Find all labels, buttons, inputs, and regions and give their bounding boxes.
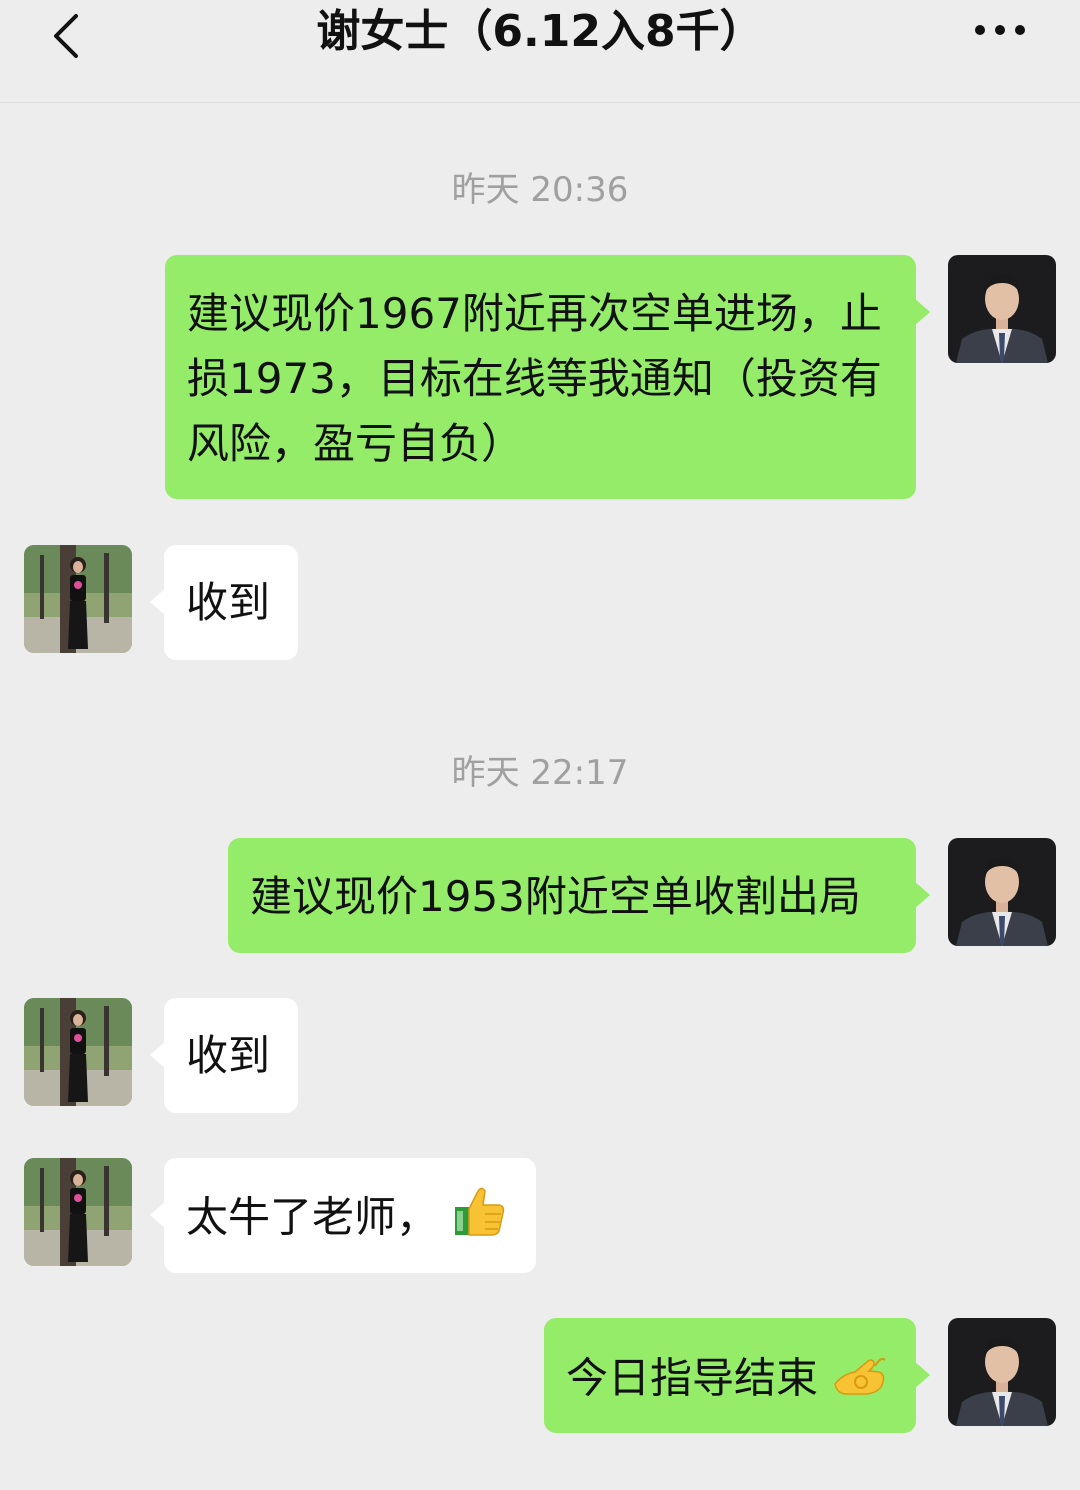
message-bubble-incoming[interactable]: 收到 bbox=[150, 998, 298, 1113]
man-avatar-icon bbox=[948, 255, 1056, 363]
more-dots-icon bbox=[975, 25, 1025, 35]
message-text: 今日指导结束 bbox=[566, 1353, 819, 1403]
message-text: 建议现价1967附近再次空单进场，止损1973，目标在线等我通知（投资有风险，盈… bbox=[187, 289, 882, 468]
chat-header: 谢女士（6.12入8千） bbox=[0, 0, 1080, 103]
message-text: 收到 bbox=[186, 578, 271, 627]
more-button[interactable] bbox=[972, 18, 1032, 42]
timestamp: 昨天 20:36 bbox=[451, 170, 629, 210]
message-bubble-incoming[interactable]: 收到 bbox=[150, 545, 298, 660]
message-bubble-outgoing[interactable]: 建议现价1953附近空单收割出局 bbox=[228, 838, 930, 953]
timestamp: 昨天 22:17 bbox=[451, 753, 629, 793]
woman-avatar-icon bbox=[24, 1158, 132, 1266]
avatar-contact[interactable] bbox=[24, 545, 132, 653]
avatar-me[interactable] bbox=[948, 255, 1056, 363]
message-bubble-outgoing[interactable]: 建议现价1967附近再次空单进场，止损1973，目标在线等我通知（投资有风险，盈… bbox=[165, 255, 930, 499]
message-text: 收到 bbox=[186, 1031, 271, 1080]
chat-title: 谢女士（6.12入8千） bbox=[316, 6, 764, 57]
woman-avatar-icon bbox=[24, 998, 132, 1106]
avatar-me[interactable] bbox=[948, 838, 1056, 946]
ok-hand-icon bbox=[831, 1344, 887, 1418]
thumbs-up-icon bbox=[451, 1183, 507, 1257]
message-text: 建议现价1953附近空单收割出局 bbox=[250, 872, 861, 921]
avatar-contact[interactable] bbox=[24, 1158, 132, 1266]
message-bubble-incoming[interactable]: 太牛了老师， bbox=[150, 1158, 536, 1273]
avatar-contact[interactable] bbox=[24, 998, 132, 1106]
woman-avatar-icon bbox=[24, 545, 132, 653]
message-bubble-outgoing[interactable]: 今日指导结束 bbox=[544, 1318, 930, 1433]
message-text: 太牛了老师， bbox=[186, 1192, 439, 1242]
man-avatar-icon bbox=[948, 1318, 1056, 1426]
man-avatar-icon bbox=[948, 838, 1056, 946]
avatar-me[interactable] bbox=[948, 1318, 1056, 1426]
